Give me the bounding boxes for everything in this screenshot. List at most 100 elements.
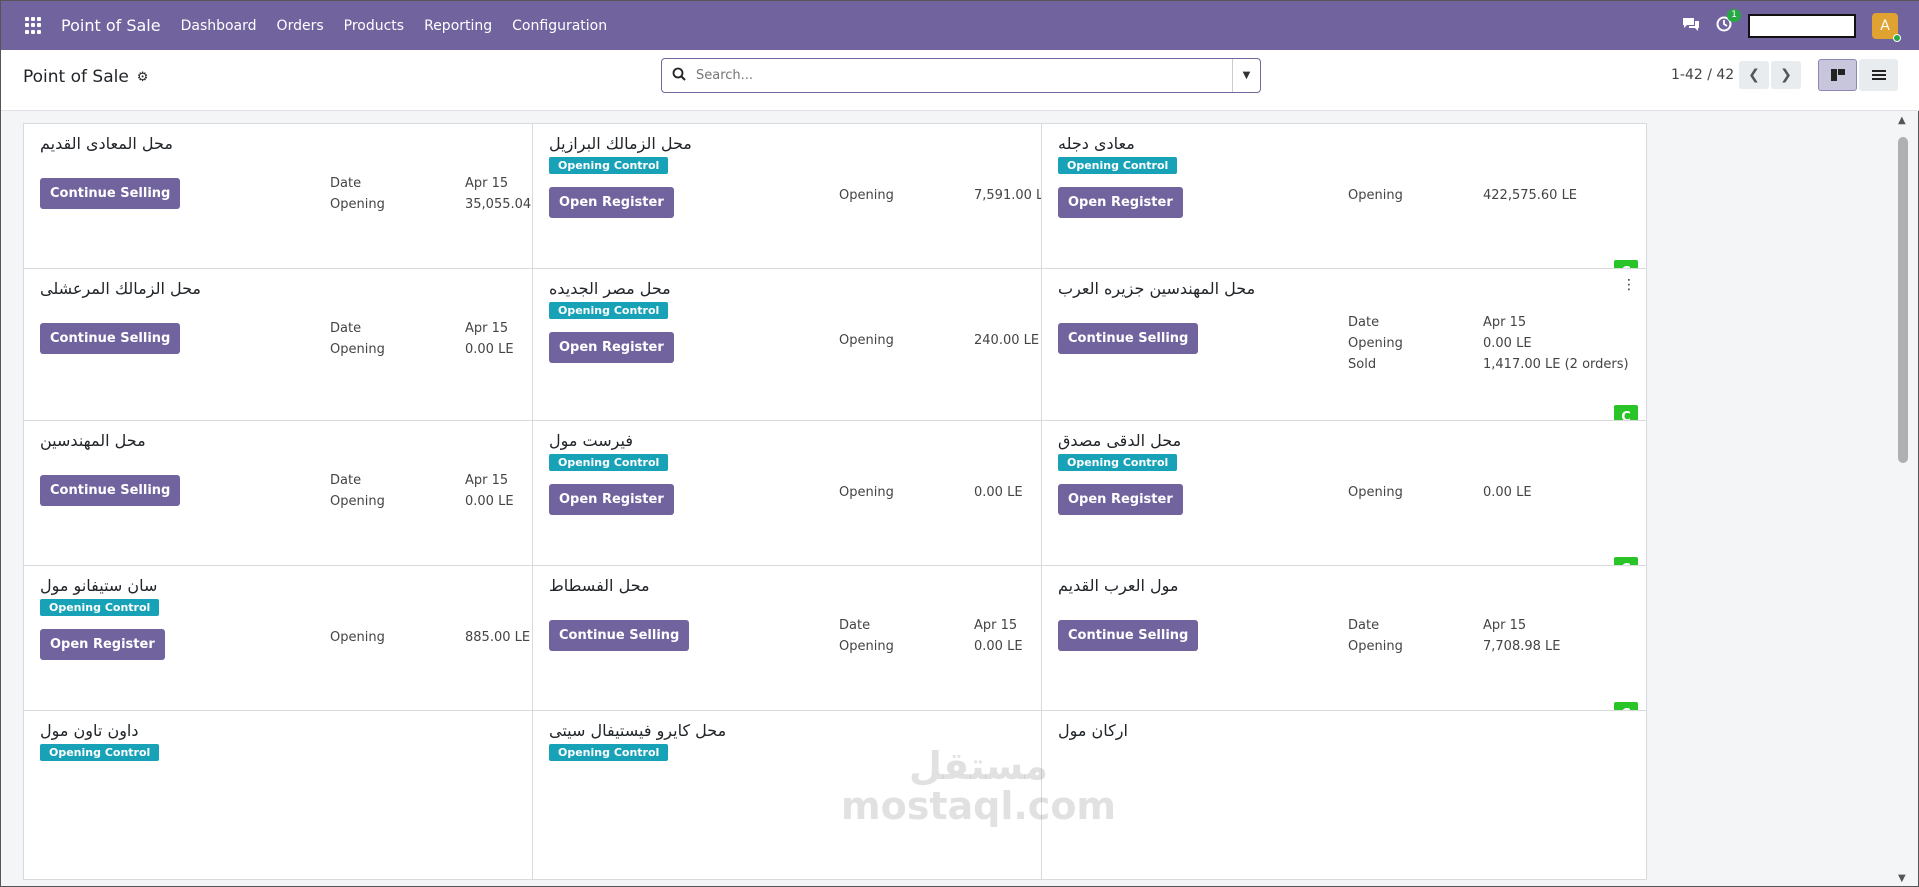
session-info: Date Apr 15 Opening 0.00 LE Sold 1,417.00 LE … [1348, 315, 1629, 378]
session-info-row: Opening 7,708.98 LE [1348, 639, 1560, 660]
user-avatar[interactable]: A [1872, 12, 1901, 42]
pos-config-name[interactable]: محل المعادى القديم [40, 134, 173, 153]
session-info-row: Date Apr 15 [839, 618, 1023, 639]
pos-config-name[interactable]: داون تاون مول [40, 721, 138, 740]
open-register-button[interactable]: Open Register [549, 332, 674, 363]
opening-control-tag: Opening Control [549, 744, 669, 761]
menu-configuration[interactable]: Configuration [512, 18, 607, 34]
opening-control-tag: Opening Control [549, 157, 669, 174]
control-panel: Point of Sale ⚙ ▼ 1-42 / 42 ❮ ❯ [1, 50, 1919, 111]
pos-config-name[interactable]: محل الدقى مصدق [1058, 431, 1181, 450]
pos-config-name[interactable]: محل المهندسين جزيره العرب [1058, 279, 1255, 298]
info-label: Date [330, 473, 362, 488]
pos-config-name[interactable]: محل الفسطاط [549, 576, 650, 595]
pos-config-name[interactable]: فيرست مول [549, 431, 633, 450]
info-value: 0.00 LE [974, 639, 1023, 654]
session-info-row: Opening 0.00 LE [1348, 485, 1532, 506]
menu-orders[interactable]: Orders [277, 18, 324, 34]
menu-reporting[interactable]: Reporting [424, 18, 492, 34]
session-info-row: Date Apr 15 [330, 321, 514, 342]
info-label: Opening [330, 494, 385, 509]
info-label: Opening [839, 485, 894, 500]
pos-config-name[interactable]: محل مصر الجديده [549, 279, 671, 298]
info-label: Opening [330, 630, 385, 645]
pos-config-card[interactable]: محل المهندسين جزيره العرب Continue Sellin… [1041, 268, 1647, 438]
open-register-button[interactable]: Open Register [1058, 187, 1183, 218]
session-info: Date Apr 15 Opening 0.00 LE [330, 321, 514, 363]
activity-clock-icon[interactable]: 1 [1716, 8, 1741, 36]
continue-selling-button[interactable]: Continue Selling [549, 620, 690, 651]
scroll-down-arrow[interactable]: ▼ [1898, 873, 1906, 884]
info-label: Opening [1348, 188, 1403, 203]
info-value: 0.00 LE [1483, 485, 1532, 500]
info-value: 240.00 LE [974, 333, 1040, 348]
pager-next-button[interactable]: ❯ [1771, 61, 1801, 89]
continue-selling-button[interactable]: Continue Selling [40, 475, 181, 506]
info-label: Opening [1348, 336, 1403, 351]
page-title: Point of Sale ⚙ [23, 67, 148, 87]
continue-selling-button[interactable]: Continue Selling [1058, 620, 1199, 651]
info-label: Date [839, 618, 871, 633]
opening-control-tag: Opening Control [40, 599, 160, 616]
session-info: Date Apr 15 Opening 7,708.98 LE [1348, 618, 1560, 660]
scroll-thumb[interactable] [1898, 137, 1908, 463]
open-register-button[interactable]: Open Register [549, 484, 674, 515]
pos-config-name[interactable]: مول العرب القديم [1058, 576, 1178, 595]
session-info: Opening 0.00 LE [1348, 485, 1532, 506]
info-value: 7,591.00 LE [974, 188, 1052, 203]
menu-products[interactable]: Products [344, 18, 404, 34]
session-info-row: Sold 1,417.00 LE (2 orders) [1348, 357, 1629, 378]
continue-selling-button[interactable]: Continue Selling [40, 323, 181, 354]
pos-config-card[interactable]: اركان مول [1041, 710, 1647, 880]
opening-control-tag: Opening Control [549, 302, 669, 319]
scroll-up-arrow[interactable]: ▲ [1898, 115, 1906, 126]
session-info: Date Apr 15 Opening 35,055.04 LE [330, 176, 551, 218]
opening-control-tag: Opening Control [549, 454, 669, 471]
session-info-row: Opening 7,591.00 LE [839, 188, 1051, 209]
pos-config-name[interactable]: اركان مول [1058, 721, 1128, 740]
open-register-button[interactable]: Open Register [1058, 484, 1183, 515]
kanban-view-button[interactable] [1818, 59, 1857, 91]
info-value: Apr 15 [974, 618, 1018, 633]
session-info-row: Date Apr 15 [1348, 315, 1629, 336]
activity-badge: 1 [1727, 8, 1741, 22]
open-register-button[interactable]: Open Register [40, 629, 165, 660]
search-icon [662, 67, 696, 85]
pos-kanban-grid: محل المعادى القديم Continue Selling Date Ap… [23, 123, 1876, 887]
gear-icon[interactable]: ⚙ [137, 70, 149, 85]
pos-config-name[interactable]: محل كايرو فيستيفال سيتى [549, 721, 726, 740]
scrollbar[interactable]: ▲ ▼ [1894, 113, 1912, 887]
search-input[interactable] [696, 68, 1232, 83]
info-value: Apr 15 [1483, 315, 1527, 330]
info-value: 7,708.98 LE [1483, 639, 1561, 654]
company-switcher[interactable] [1748, 13, 1856, 38]
chat-icon[interactable] [1682, 16, 1700, 36]
pos-config-name[interactable]: معادى دجله [1058, 134, 1135, 153]
search-options-toggle[interactable]: ▼ [1232, 59, 1260, 92]
session-info-row: Opening 240.00 LE [839, 333, 1039, 354]
pos-config-name[interactable]: محل الزمالك البرازيل [549, 134, 692, 153]
apps-menu-icon[interactable] [25, 16, 43, 35]
card-menu-icon[interactable]: ⋮ [1622, 277, 1636, 293]
info-label: Opening [1348, 639, 1403, 654]
session-info-row: Opening 0.00 LE [839, 485, 1023, 506]
session-info: Opening 0.00 LE [839, 485, 1023, 506]
pager-value[interactable]: 1-42 / 42 [1671, 67, 1734, 83]
avatar-letter: A [1880, 17, 1890, 34]
pager-previous-button[interactable]: ❮ [1739, 61, 1769, 89]
session-info-row: Opening 0.00 LE [330, 494, 514, 515]
pos-config-name[interactable]: محل المهندسين [40, 431, 146, 450]
info-value: Apr 15 [465, 321, 509, 336]
menu-dashboard[interactable]: Dashboard [181, 18, 257, 34]
pos-config-name[interactable]: محل الزمالك المرعشلى [40, 279, 201, 298]
pos-config-name[interactable]: سان ستيفانو مول [40, 576, 157, 595]
app-title[interactable]: Point of Sale [61, 16, 161, 35]
session-info-row: Opening 0.00 LE [1348, 336, 1629, 357]
session-info: Date Apr 15 Opening 0.00 LE [330, 473, 514, 515]
page-title-text: Point of Sale [23, 67, 129, 87]
continue-selling-button[interactable]: Continue Selling [1058, 323, 1199, 354]
info-label: Sold [1348, 357, 1377, 372]
list-view-button[interactable] [1859, 59, 1898, 91]
continue-selling-button[interactable]: Continue Selling [40, 178, 181, 209]
open-register-button[interactable]: Open Register [549, 187, 674, 218]
